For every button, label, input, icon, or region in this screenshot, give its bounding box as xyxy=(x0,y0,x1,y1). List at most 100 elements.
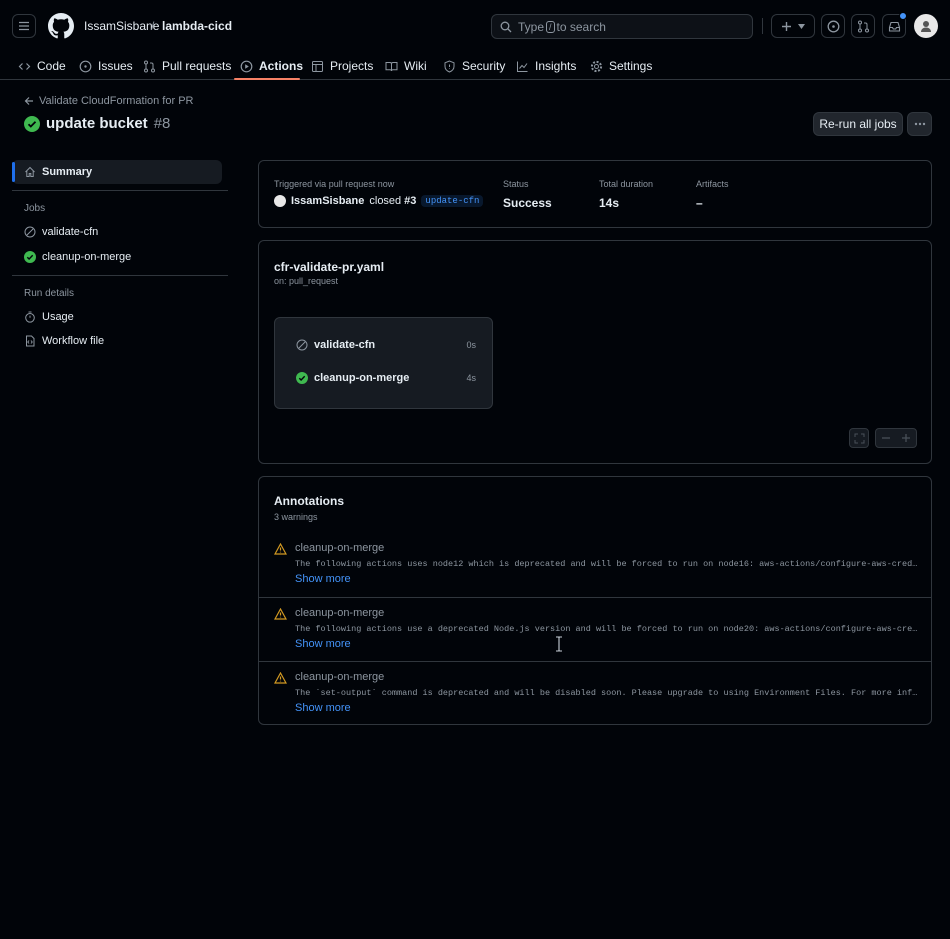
create-new-button[interactable] xyxy=(771,14,815,38)
file-code-icon xyxy=(26,335,35,347)
tab-security[interactable]: Security xyxy=(443,52,505,80)
tab-wiki[interactable]: Wiki xyxy=(385,52,427,80)
annotation-job[interactable]: cleanup-on-merge xyxy=(295,542,384,554)
workflow-graph-box: cfr-validate-pr.yaml on: pull_request va… xyxy=(258,240,932,464)
skip-icon xyxy=(24,226,36,238)
github-logo-icon[interactable] xyxy=(48,13,74,39)
screen-full-icon xyxy=(854,433,864,443)
job-label: cleanup-on-merge xyxy=(314,372,410,384)
active-tab-underline xyxy=(234,78,300,80)
annotations-count: 3 warnings xyxy=(274,512,318,522)
sidebar-divider xyxy=(12,190,228,191)
user-avatar[interactable] xyxy=(914,14,938,38)
breadcrumb-repo[interactable]: lambda-cicd xyxy=(162,19,232,33)
search-input[interactable]: Type / to search xyxy=(491,14,753,39)
header-divider xyxy=(762,18,763,34)
tab-insights[interactable]: Insights xyxy=(516,52,576,80)
run-summary-box: Triggered via pull request now IssamSisb… xyxy=(258,160,932,228)
triggered-label: Triggered via pull request now xyxy=(274,179,395,189)
run-title: update bucket #8 xyxy=(24,115,170,132)
show-more-link[interactable]: Show more xyxy=(295,573,351,585)
zoom-out-icon[interactable] xyxy=(881,433,891,443)
annotation-item: cleanup-on-merge The `set-output` comman… xyxy=(259,661,931,725)
pr-link[interactable]: #3 xyxy=(404,195,416,207)
rerun-all-jobs-button[interactable]: Re-run all jobs xyxy=(813,112,903,136)
pull-requests-button[interactable] xyxy=(851,14,875,38)
annotation-item: cleanup-on-merge The following actions u… xyxy=(259,533,931,597)
issue-opened-icon xyxy=(827,20,839,32)
artifacts-label: Artifacts xyxy=(696,179,729,189)
breadcrumb-owner[interactable]: IssamSisbane xyxy=(84,19,159,33)
tab-code[interactable]: Code xyxy=(18,52,66,80)
job-validate-cfn[interactable]: validate-cfn 0s xyxy=(296,339,476,351)
duration-value: 14s xyxy=(599,196,620,210)
job-duration: 4s xyxy=(466,373,476,383)
artifacts-value: – xyxy=(696,196,703,210)
top-bar: IssamSisbane / lambda-cicd Type / to sea… xyxy=(0,0,950,52)
job-cleanup-on-merge[interactable]: cleanup-on-merge 4s xyxy=(296,372,476,384)
home-icon xyxy=(25,166,35,177)
workflow-name: Validate CloudFormation for PR xyxy=(39,95,194,107)
job-duration: 0s xyxy=(466,340,476,350)
sidebar-item-validate-cfn[interactable]: validate-cfn xyxy=(12,220,222,244)
inbox-icon xyxy=(888,21,900,32)
sidebar-item-cleanup-on-merge[interactable]: cleanup-on-merge xyxy=(12,245,222,269)
zoom-in-icon[interactable] xyxy=(901,433,911,443)
sidebar-label: cleanup-on-merge xyxy=(42,251,132,263)
run-number: #8 xyxy=(153,115,171,132)
branch-badge[interactable]: update-cfn xyxy=(421,195,484,207)
tab-label: Actions xyxy=(259,59,304,73)
tab-label: Security xyxy=(462,59,506,73)
tab-label: Insights xyxy=(535,59,577,73)
code-icon xyxy=(18,62,31,70)
status-label: Status xyxy=(503,179,529,189)
search-placeholder-post: to search xyxy=(556,19,606,34)
table-icon xyxy=(312,60,323,72)
sidebar-label: Summary xyxy=(42,166,93,178)
annotation-message: The following actions use a deprecated N… xyxy=(295,624,920,634)
hamburger-menu-button[interactable] xyxy=(12,14,36,38)
workflow-back-link[interactable]: Validate CloudFormation for PR xyxy=(24,95,193,107)
sidebar-label: Usage xyxy=(42,311,74,323)
text-cursor-icon xyxy=(556,636,562,652)
graph-icon xyxy=(517,61,528,72)
sidebar-item-workflow-file[interactable]: Workflow file xyxy=(12,329,222,353)
annotation-job[interactable]: cleanup-on-merge xyxy=(295,671,384,683)
show-more-link[interactable]: Show more xyxy=(295,702,351,714)
tab-pull-requests[interactable]: Pull requests xyxy=(143,52,231,80)
more-options-button[interactable] xyxy=(907,112,932,136)
tab-label: Projects xyxy=(330,59,374,73)
tab-settings[interactable]: Settings xyxy=(590,52,652,80)
jobs-card: validate-cfn 0s cleanup-on-merge 4s xyxy=(274,317,493,409)
triangle-down-icon xyxy=(798,23,805,29)
kebab-horizontal-icon xyxy=(914,122,925,126)
play-icon xyxy=(240,60,253,72)
actor-link[interactable]: IssamSisbane xyxy=(291,195,364,207)
issues-button[interactable] xyxy=(821,14,845,38)
book-icon xyxy=(385,61,398,71)
tab-label: Issues xyxy=(98,59,133,73)
sidebar-item-summary[interactable]: Summary xyxy=(12,160,222,184)
git-pull-request-icon xyxy=(144,60,155,72)
tab-label: Code xyxy=(37,59,66,73)
sidebar-jobs-heading: Jobs xyxy=(24,203,46,214)
annotation-job[interactable]: cleanup-on-merge xyxy=(295,607,384,619)
tab-issues[interactable]: Issues xyxy=(79,52,133,80)
annotation-message: The `set-output` command is deprecated a… xyxy=(295,688,920,698)
stopwatch-icon xyxy=(25,311,35,323)
fullscreen-button[interactable] xyxy=(849,428,869,448)
annotation-item: cleanup-on-merge The following actions u… xyxy=(259,597,931,661)
tab-projects[interactable]: Projects xyxy=(311,52,373,80)
check-circle-fill-icon xyxy=(296,372,308,384)
sidebar-item-usage[interactable]: Usage xyxy=(12,305,222,329)
sidebar-label: validate-cfn xyxy=(42,226,99,238)
alert-icon xyxy=(274,608,287,620)
shield-icon xyxy=(444,59,455,73)
search-shortcut-key: / xyxy=(546,20,555,33)
status-value: Success xyxy=(503,196,552,210)
show-more-link[interactable]: Show more xyxy=(295,638,351,650)
issue-opened-icon xyxy=(79,60,92,72)
trigger-action: closed xyxy=(369,195,402,207)
global-header: IssamSisbane / lambda-cicd Type / to sea… xyxy=(0,0,950,80)
tab-actions[interactable]: Actions xyxy=(240,52,303,80)
